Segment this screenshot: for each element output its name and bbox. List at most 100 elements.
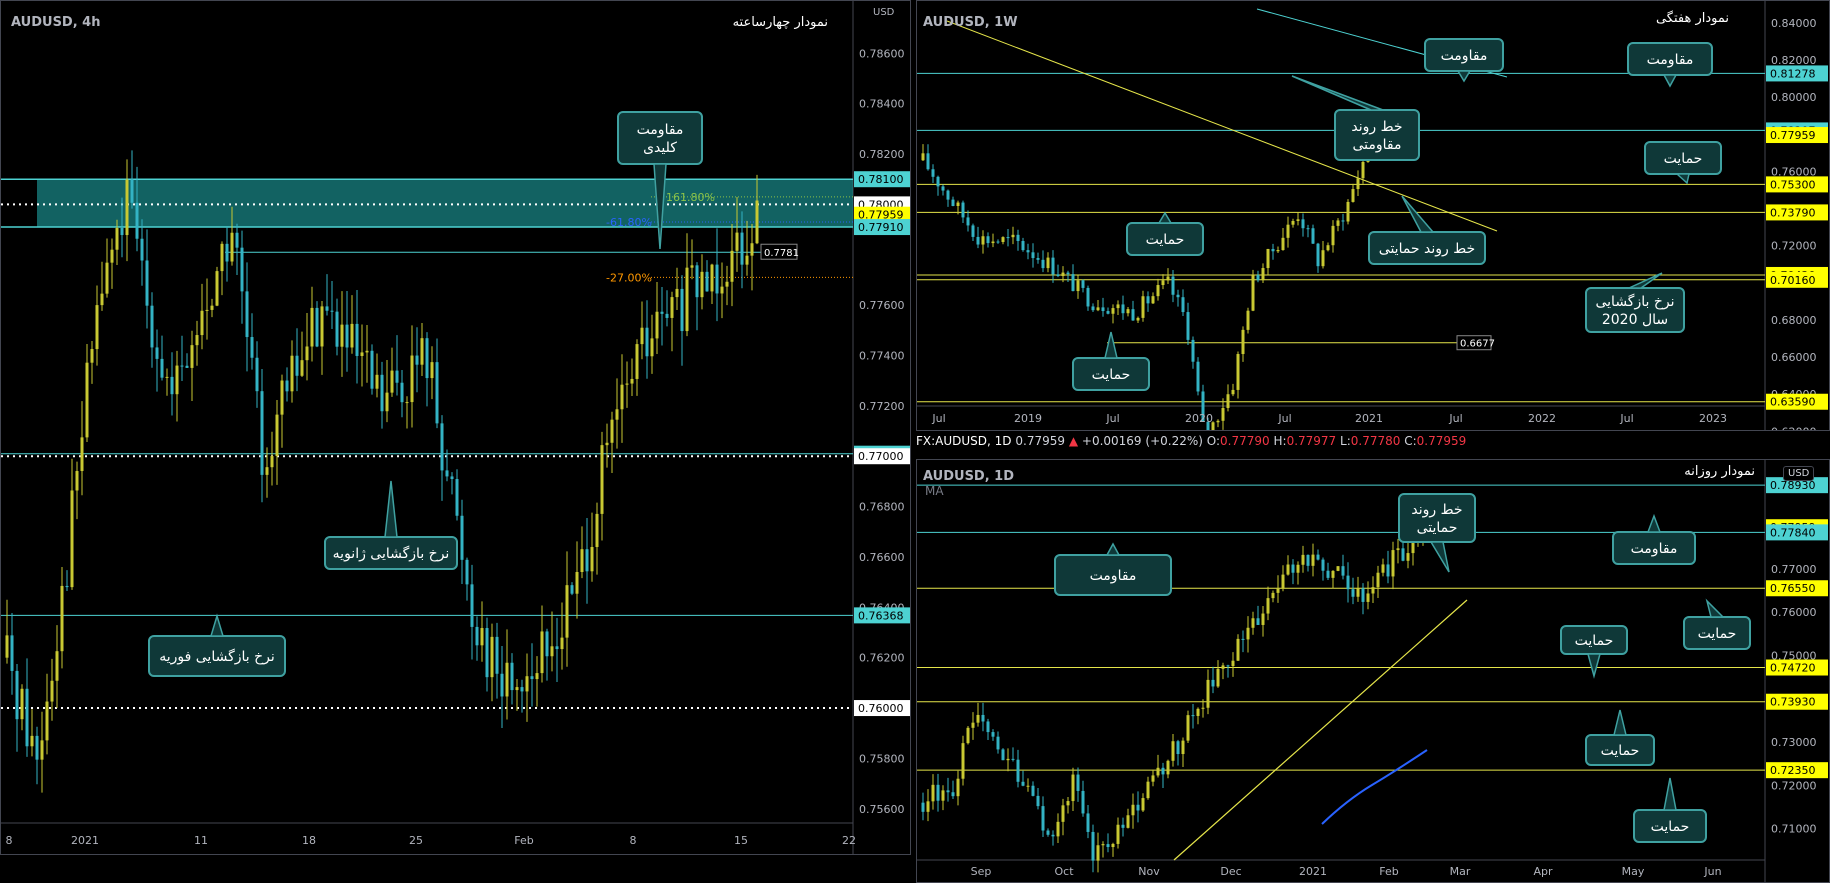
candle-4h: [505, 662, 509, 697]
candle-daily: [1251, 618, 1255, 628]
callout-text: حمایت: [1651, 819, 1690, 835]
candle-daily: [961, 743, 965, 779]
candle-weekly: [1141, 296, 1145, 318]
candle-weekly: [1081, 280, 1085, 288]
candle-daily: [1011, 758, 1015, 760]
callout-text: حمایتی: [1417, 520, 1458, 536]
candle-4h: [685, 267, 689, 332]
x-tick-label: 2022: [1528, 412, 1556, 425]
candle-weekly: [1306, 228, 1310, 230]
y-tick-label: 0.80000: [1771, 91, 1817, 104]
callout-text: مقاومت: [1441, 48, 1488, 64]
candle-daily: [1276, 588, 1280, 593]
candle-daily: [1211, 679, 1215, 687]
candle-4h: [660, 311, 664, 314]
candle-daily: [1336, 566, 1340, 571]
candle-weekly: [986, 236, 990, 244]
currency-button[interactable]: USD: [1783, 466, 1815, 481]
price-level-label: 0.74720: [1770, 662, 1816, 675]
price-level-label: 0.77000: [858, 450, 904, 463]
x-tick-label: 2019: [1014, 412, 1042, 425]
callout-pointer: [1104, 331, 1118, 359]
chart-4h-svg[interactable]: 0.7781 161.80% -61.80% -27.00% 0.78600 0.7840…: [1, 1, 911, 855]
x-tick-label: Jul: [1105, 412, 1119, 425]
y-tick-label: 0.78600: [859, 47, 905, 60]
candle-daily: [1076, 774, 1080, 791]
candle-daily: [1136, 804, 1140, 811]
candle-4h: [585, 549, 589, 572]
candle-4h: [710, 264, 714, 292]
candle-daily: [1081, 790, 1085, 814]
candle-daily: [1406, 553, 1410, 561]
candle-4h: [380, 374, 384, 412]
candle-daily: [1341, 566, 1345, 576]
candle-4h: [330, 310, 334, 312]
candle-weekly: [1351, 189, 1355, 202]
callout-support-trendline: خط روند حمایتی: [1398, 493, 1476, 573]
y-tick-label: 0.76800: [859, 501, 905, 514]
candle-4h: [75, 471, 79, 491]
candle-4h: [25, 688, 29, 747]
candle-4h: [455, 479, 459, 516]
candle-4h: [205, 309, 209, 311]
chart-daily-svg[interactable]: 0.780000.770000.760000.750000.730000.720…: [917, 460, 1830, 883]
candle-daily: [1266, 598, 1270, 614]
x-tick-label: 2021: [1355, 412, 1383, 425]
y-tick-label: 0.72000: [1771, 240, 1817, 253]
candle-4h: [610, 419, 614, 443]
candle-weekly: [1241, 329, 1245, 355]
price-level-label: 0.76368: [858, 609, 904, 622]
candle-weekly: [956, 202, 960, 207]
candle-weekly: [1026, 250, 1030, 253]
moving-average-line: [1321, 749, 1428, 825]
candle-4h: [390, 370, 394, 393]
candle-4h: [705, 271, 709, 292]
chart-panel-daily[interactable]: 0.780000.770000.760000.750000.730000.720…: [916, 459, 1830, 883]
candle-4h: [70, 490, 74, 588]
price-level-label: 0.77910: [858, 221, 904, 234]
candle-weekly: [1076, 280, 1080, 292]
candle-4h: [85, 362, 89, 438]
chart-weekly-svg[interactable]: 0.66770.840000.820000.800000.760000.7200…: [917, 1, 1830, 431]
candle-weekly: [1181, 297, 1185, 313]
candle-weekly: [936, 176, 940, 187]
candle-daily: [1326, 570, 1330, 578]
candle-daily: [1186, 715, 1190, 741]
candle-4h: [125, 179, 129, 236]
candle-daily: [1156, 767, 1160, 776]
chart-panel-weekly[interactable]: 0.6677 0.84000 0.82000 0.80000 0.76000 0.7200…: [916, 0, 1830, 431]
infobar-low: 0.77780: [1350, 434, 1401, 448]
callout-pointer: [1587, 653, 1601, 679]
candle-daily: [1146, 781, 1150, 799]
candle-daily: [1031, 785, 1035, 796]
candle-daily: [931, 784, 935, 802]
price-level-label: 0.78930: [1770, 479, 1816, 492]
candle-daily: [1311, 554, 1315, 566]
callout-support-2: حمایت: [1560, 625, 1628, 679]
candle-4h: [675, 288, 679, 298]
candle-4h: [165, 376, 169, 378]
ohlc-info-bar: FX:AUDUSD, 1D 0.77959 ▲ +0.00169 (+0.22%…: [916, 434, 1830, 456]
candle-4h: [40, 740, 44, 760]
candle-weekly: [1096, 307, 1100, 311]
candle-4h: [495, 636, 499, 674]
chart-panel-4h[interactable]: 0.7781 161.80% -61.80% -27.00% 0.78600 0.7840…: [0, 0, 911, 855]
candle-4h: [360, 352, 364, 356]
candle-4h: [115, 227, 119, 250]
candle-weekly: [1336, 220, 1340, 226]
x-tick-label: Jun: [1703, 865, 1721, 878]
candle-weekly: [1031, 252, 1035, 259]
x-tick-label: Jul: [1619, 412, 1633, 425]
candle-weekly: [1071, 274, 1075, 292]
candle-4h: [580, 549, 584, 572]
candle-4h: [490, 636, 494, 678]
y-tick-label: 0.84000: [1771, 17, 1817, 30]
candle-weekly: [1156, 285, 1160, 297]
callout-text: حمایت: [1664, 151, 1703, 167]
candle-4h: [560, 637, 564, 650]
y-tick-label: 0.77600: [859, 299, 905, 312]
candle-4h: [350, 323, 354, 348]
candle-4h: [605, 442, 609, 446]
candle-daily: [1106, 844, 1110, 848]
candle-weekly: [1361, 161, 1365, 179]
